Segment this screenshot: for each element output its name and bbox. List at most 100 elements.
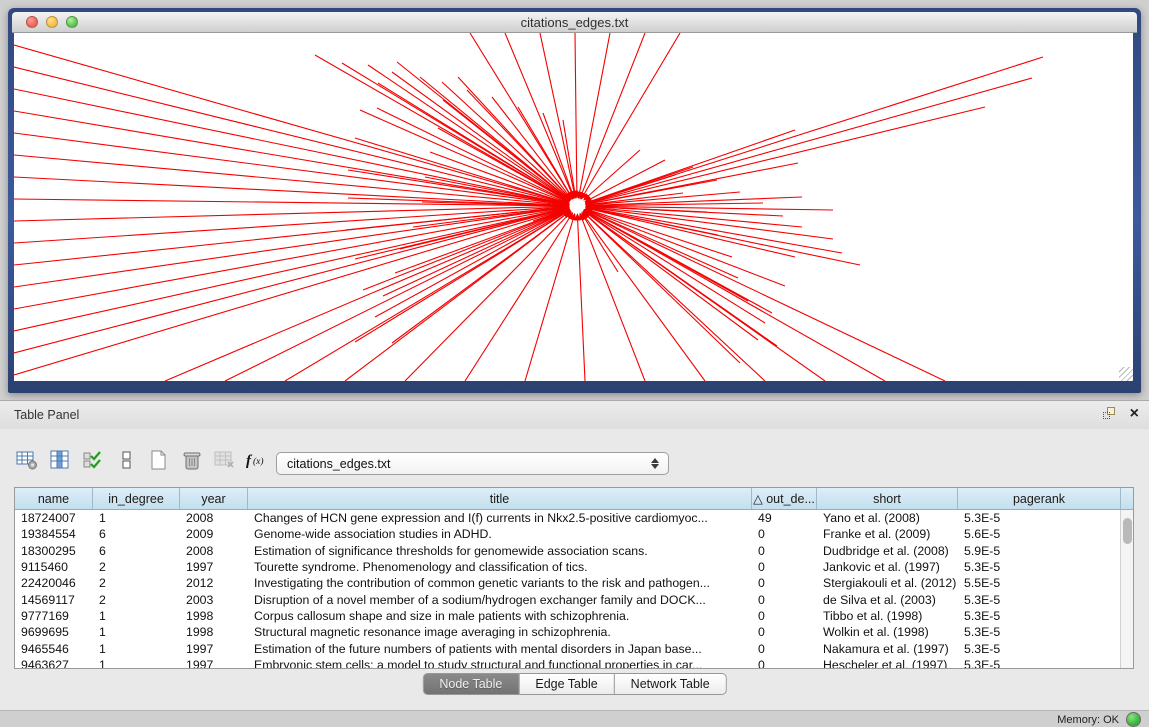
vertical-scrollbar[interactable] bbox=[1120, 510, 1133, 668]
column-header-name[interactable]: name bbox=[15, 488, 93, 509]
table-cell[interactable]: 5.3E-5 bbox=[958, 560, 1121, 574]
table-cell[interactable]: 0 bbox=[752, 658, 817, 669]
show-column-icon[interactable] bbox=[47, 448, 73, 472]
table-cell[interactable]: 1 bbox=[93, 642, 180, 656]
table-cell[interactable]: 9115460 bbox=[15, 560, 93, 574]
table-row[interactable]: 1938455462009Genome-wide association stu… bbox=[15, 526, 1133, 542]
table-cell[interactable]: Disruption of a novel member of a sodium… bbox=[248, 593, 752, 607]
table-cell[interactable]: Corpus callosum shape and size in male p… bbox=[248, 609, 752, 623]
table-row[interactable]: 977716911998Corpus callosum shape and si… bbox=[15, 608, 1133, 624]
table-cell[interactable]: 14569117 bbox=[15, 593, 93, 607]
column-header-title[interactable]: title bbox=[248, 488, 752, 509]
table-cell[interactable]: 0 bbox=[752, 642, 817, 656]
table-cell[interactable]: 49 bbox=[752, 511, 817, 525]
table-cell[interactable]: Investigating the contribution of common… bbox=[248, 576, 752, 590]
table-row[interactable]: 1872400712008Changes of HCN gene express… bbox=[15, 510, 1133, 526]
table-cell[interactable]: 1 bbox=[93, 658, 180, 669]
table-row[interactable]: 911546021997Tourette syndrome. Phenomeno… bbox=[15, 559, 1133, 575]
table-cell[interactable]: 2 bbox=[93, 560, 180, 574]
table-row[interactable]: 969969511998Structural magnetic resonanc… bbox=[15, 624, 1133, 640]
table-cell[interactable]: Tibbo et al. (1998) bbox=[817, 609, 958, 623]
table-cell[interactable]: 1 bbox=[93, 625, 180, 639]
table-cell[interactable]: Stergiakouli et al. (2012) bbox=[817, 576, 958, 590]
table-settings-icon[interactable] bbox=[14, 448, 40, 472]
table-cell[interactable]: 5.3E-5 bbox=[958, 609, 1121, 623]
table-cell[interactable]: 5.3E-5 bbox=[958, 625, 1121, 639]
float-panel-icon[interactable] bbox=[1103, 406, 1118, 421]
table-cell[interactable]: 1998 bbox=[180, 625, 248, 639]
select-rows-icon[interactable] bbox=[80, 448, 106, 472]
table-cell[interactable]: 2 bbox=[93, 593, 180, 607]
column-header-pagerank[interactable]: pagerank bbox=[958, 488, 1121, 509]
table-cell[interactable]: 2008 bbox=[180, 544, 248, 558]
tab-edge-table[interactable]: Edge Table bbox=[519, 673, 614, 695]
table-cell[interactable]: 5.5E-5 bbox=[958, 576, 1121, 590]
table-cell[interactable]: 1 bbox=[93, 609, 180, 623]
table-select-dropdown[interactable]: citations_edges.txt bbox=[276, 452, 669, 475]
table-cell[interactable]: Hescheler et al. (1997) bbox=[817, 658, 958, 669]
table-cell[interactable]: 2012 bbox=[180, 576, 248, 590]
table-cell[interactable]: 6 bbox=[93, 527, 180, 541]
column-header-short[interactable]: short bbox=[817, 488, 958, 509]
table-row[interactable]: 2242004622012Investigating the contribut… bbox=[15, 575, 1133, 591]
table-cell[interactable]: 0 bbox=[752, 593, 817, 607]
table-cell[interactable]: Estimation of significance thresholds fo… bbox=[248, 544, 752, 558]
column-header-in_degree[interactable]: in_degree bbox=[93, 488, 180, 509]
table-cell[interactable]: 2003 bbox=[180, 593, 248, 607]
table-cell[interactable]: Dudbridge et al. (2008) bbox=[817, 544, 958, 558]
table-cell[interactable]: Changes of HCN gene expression and I(f) … bbox=[248, 511, 752, 525]
table-cell[interactable]: 6 bbox=[93, 544, 180, 558]
table-row[interactable]: 946554611997Estimation of the future num… bbox=[15, 640, 1133, 656]
tab-network-table[interactable]: Network Table bbox=[615, 673, 727, 695]
network-canvas[interactable] bbox=[14, 33, 1133, 381]
table-cell[interactable]: Wolkin et al. (1998) bbox=[817, 625, 958, 639]
table-cell[interactable]: Embryonic stem cells: a model to study s… bbox=[248, 658, 752, 669]
table-row[interactable]: 946362711997Embryonic stem cells: a mode… bbox=[15, 657, 1133, 669]
table-cell[interactable]: 1 bbox=[93, 511, 180, 525]
table-cell[interactable]: 5.3E-5 bbox=[958, 511, 1121, 525]
table-cell[interactable]: 0 bbox=[752, 527, 817, 541]
table-cell[interactable]: 0 bbox=[752, 576, 817, 590]
memory-status-indicator[interactable] bbox=[1126, 712, 1141, 727]
table-cell[interactable]: 0 bbox=[752, 560, 817, 574]
canvas-resize-grip[interactable] bbox=[1119, 367, 1133, 381]
table-cell[interactable]: 18724007 bbox=[15, 511, 93, 525]
column-header-out_de[interactable]: △ out_de... bbox=[752, 488, 817, 509]
table-cell[interactable]: Estimation of the future numbers of pati… bbox=[248, 642, 752, 656]
tab-node-table[interactable]: Node Table bbox=[422, 673, 519, 695]
delete-rows-icon[interactable] bbox=[179, 448, 205, 472]
table-cell[interactable]: 2009 bbox=[180, 527, 248, 541]
table-cell[interactable]: Franke et al. (2009) bbox=[817, 527, 958, 541]
new-table-icon[interactable] bbox=[146, 448, 172, 472]
table-cell[interactable]: 0 bbox=[752, 544, 817, 558]
table-cell[interactable]: 5.3E-5 bbox=[958, 658, 1121, 669]
table-cell[interactable]: Yano et al. (2008) bbox=[817, 511, 958, 525]
table-cell[interactable]: Tourette syndrome. Phenomenology and cla… bbox=[248, 560, 752, 574]
table-cell[interactable]: 1997 bbox=[180, 642, 248, 656]
table-cell[interactable]: Nakamura et al. (1997) bbox=[817, 642, 958, 656]
table-cell[interactable]: 0 bbox=[752, 625, 817, 639]
table-row[interactable]: 1830029562008Estimation of significance … bbox=[15, 543, 1133, 559]
table-cell[interactable]: Jankovic et al. (1997) bbox=[817, 560, 958, 574]
table-cell[interactable]: 9777169 bbox=[15, 609, 93, 623]
table-row[interactable]: 1456911722003Disruption of a novel membe… bbox=[15, 591, 1133, 607]
table-cell[interactable]: 9465546 bbox=[15, 642, 93, 656]
table-cell[interactable]: 5.6E-5 bbox=[958, 527, 1121, 541]
table-cell[interactable]: 5.3E-5 bbox=[958, 642, 1121, 656]
table-cell[interactable]: 18300295 bbox=[15, 544, 93, 558]
table-cell[interactable]: 5.9E-5 bbox=[958, 544, 1121, 558]
function-builder-icon[interactable]: f(x) bbox=[245, 448, 271, 472]
table-cell[interactable]: 1997 bbox=[180, 658, 248, 669]
table-cell[interactable]: 9463627 bbox=[15, 658, 93, 669]
table-cell[interactable]: Structural magnetic resonance image aver… bbox=[248, 625, 752, 639]
table-cell[interactable]: de Silva et al. (2003) bbox=[817, 593, 958, 607]
table-cell[interactable]: Genome-wide association studies in ADHD. bbox=[248, 527, 752, 541]
table-cell[interactable]: 1997 bbox=[180, 560, 248, 574]
network-window-titlebar[interactable]: citations_edges.txt bbox=[12, 12, 1137, 33]
table-cell[interactable]: 19384554 bbox=[15, 527, 93, 541]
table-cell[interactable]: 5.3E-5 bbox=[958, 593, 1121, 607]
column-header-year[interactable]: year bbox=[180, 488, 248, 509]
table-cell[interactable]: 22420046 bbox=[15, 576, 93, 590]
row-height-icon[interactable] bbox=[113, 448, 139, 472]
table-cell[interactable]: 1998 bbox=[180, 609, 248, 623]
